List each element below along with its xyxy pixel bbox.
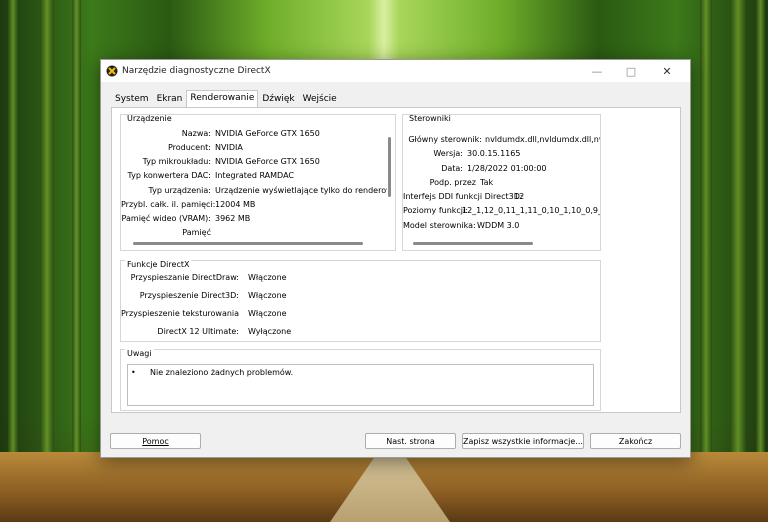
bamboo-stalk	[756, 0, 765, 462]
title-bar: Narzędzie diagnostyczne DirectX — □ ✕	[101, 60, 690, 82]
device-value: 3962 MB	[215, 214, 251, 223]
driver-value: Tak	[480, 178, 494, 187]
bamboo-stalk	[40, 0, 54, 462]
tab-content: Urządzenie Nazwa: NVIDIA GeForce GTX 1650…	[111, 107, 681, 413]
help-button[interactable]: Pomoc	[110, 433, 201, 449]
device-value: Urządzenie wyświetlające tylko do render…	[215, 186, 387, 195]
driver-value: WDDM 3.0	[477, 221, 520, 230]
device-group-title: Urządzenie	[125, 114, 174, 123]
tab-input[interactable]: Wejście	[299, 91, 341, 107]
driver-value: nvldumdx.dll,nvldumdx.dll,nvldum	[485, 135, 600, 144]
device-label: Typ urządzenia:	[148, 186, 211, 195]
feature-value: Włączone	[248, 309, 287, 318]
device-value: NVIDIA	[215, 143, 243, 152]
feature-value: Włączone	[248, 273, 287, 282]
device-label: Pamięć	[182, 228, 211, 237]
device-vertical-scrollbar[interactable]	[388, 137, 391, 197]
tab-display[interactable]: Ekran	[153, 91, 187, 107]
driver-value: 12_1,12_0,11_1,11_0,10_1,10_0,9_3	[462, 206, 600, 215]
tab-system[interactable]: System	[111, 91, 153, 107]
drivers-group: Sterowniki Główny sterownik: nvldumdx.dll…	[402, 114, 601, 251]
directx-icon	[106, 65, 118, 77]
device-value: NVIDIA GeForce GTX 1650	[215, 129, 320, 138]
driver-value: 1/28/2022 01:00:00	[467, 164, 547, 173]
driver-value: 12	[514, 192, 525, 201]
driver-label: Wersja:	[433, 149, 463, 158]
window-title: Narzędzie diagnostyczne DirectX	[122, 66, 271, 76]
driver-label: Poziomy funkcji:	[403, 206, 468, 215]
drivers-list: Główny sterownik: nvldumdx.dll,nvldumdx.d…	[403, 131, 600, 243]
device-label: Typ konwertera DAC:	[127, 171, 212, 180]
notes-group-title: Uwagi	[125, 349, 154, 358]
driver-value: 30.0.15.1165	[467, 149, 521, 158]
bamboo-stalk	[730, 0, 746, 462]
note-text: Nie znaleziono żadnych problemów.	[150, 368, 294, 377]
dxdiag-window: Narzędzie diagnostyczne DirectX — □ ✕ Sy…	[100, 59, 691, 458]
bamboo-stalk	[8, 0, 18, 462]
tab-sound[interactable]: Dźwięk	[258, 91, 298, 107]
device-label: Pamięć wideo (VRAM):	[121, 214, 211, 223]
exit-button[interactable]: Zakończ	[590, 433, 681, 449]
feature-value: Wyłączone	[248, 327, 292, 336]
close-button[interactable]: ✕	[650, 60, 684, 82]
device-group: Urządzenie Nazwa: NVIDIA GeForce GTX 1650…	[120, 114, 396, 251]
driver-label: Główny sterownik:	[408, 135, 482, 144]
driver-label: Model sterownika:	[403, 221, 476, 230]
driver-label: Interfejs DDI funkcji Direct3D:	[403, 192, 523, 201]
device-horizontal-scrollbar[interactable]	[133, 242, 363, 245]
notes-group: Uwagi • Nie znaleziono żadnych problemów…	[120, 349, 601, 411]
next-page-button-label: Nast. strona	[386, 436, 435, 446]
directx-features-group: Funkcje DirectX Przyspieszanie DirectDra…	[120, 260, 601, 342]
feature-label: Przyspieszanie DirectDraw:	[130, 273, 239, 282]
maximize-button[interactable]: □	[614, 60, 648, 82]
device-list: Nazwa: NVIDIA GeForce GTX 1650 Producent:…	[121, 125, 387, 237]
device-value: Integrated RAMDAC	[215, 171, 294, 180]
help-button-label: Pomoc	[142, 436, 169, 446]
drivers-horizontal-scrollbar[interactable]	[413, 242, 533, 245]
tab-strip: System Ekran Renderowanie Dźwięk Wejście	[111, 90, 341, 109]
feature-label: Przyspieszenie Direct3D:	[139, 291, 239, 300]
driver-label: Data:	[441, 164, 463, 173]
next-page-button[interactable]: Nast. strona	[365, 433, 456, 449]
drivers-group-title: Sterowniki	[407, 114, 453, 123]
feature-label: Przyspieszenie teksturowania	[121, 309, 240, 318]
exit-button-label: Zakończ	[618, 436, 653, 446]
driver-label: Podp. przez	[429, 178, 476, 187]
device-value: NVIDIA GeForce GTX 1650	[215, 157, 320, 166]
notes-textbox[interactable]: • Nie znaleziono żadnych problemów.	[127, 364, 594, 406]
device-label: Typ mikroukładu:	[142, 157, 211, 166]
save-all-button[interactable]: Zapisz wszystkie informacje...	[462, 433, 584, 449]
bamboo-stalk	[72, 0, 81, 462]
bullet: •	[131, 368, 136, 377]
device-label: Przybl. całk. il. pamięci:	[121, 200, 216, 209]
feature-value: Włączone	[248, 291, 287, 300]
minimize-button[interactable]: —	[580, 60, 614, 82]
device-label: Nazwa:	[181, 129, 211, 138]
device-label: Producent:	[167, 143, 211, 152]
bamboo-stalk	[700, 0, 712, 462]
save-all-button-label: Zapisz wszystkie informacje...	[463, 436, 583, 446]
device-value: 12004 MB	[215, 200, 256, 209]
feature-label: DirectX 12 Ultimate:	[157, 327, 239, 336]
features-group-title: Funkcje DirectX	[125, 260, 192, 269]
